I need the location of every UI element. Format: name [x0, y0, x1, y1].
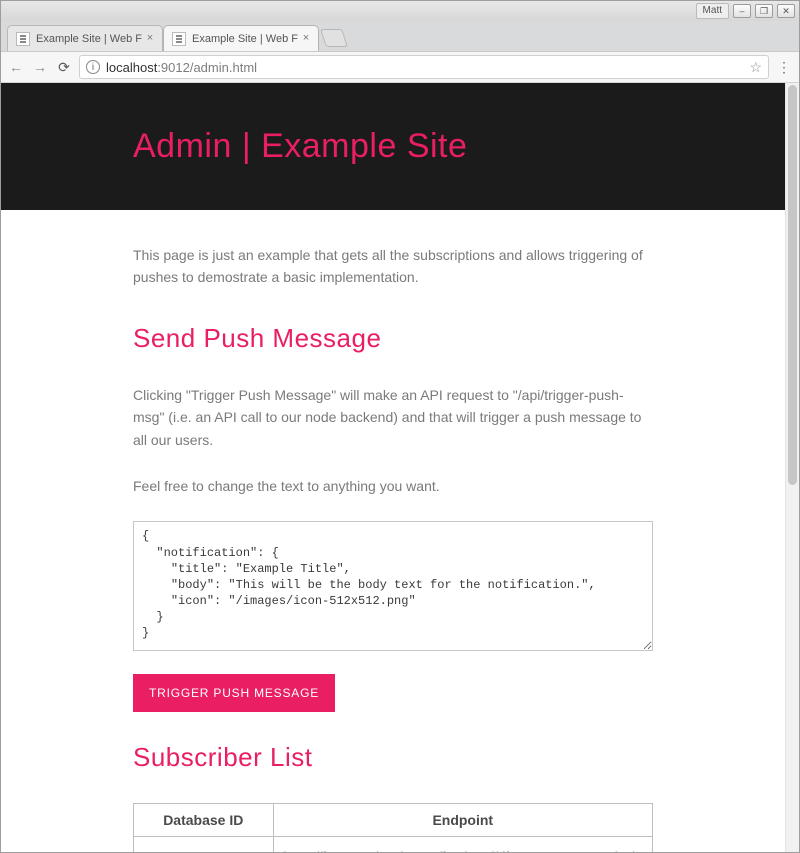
page-icon	[172, 32, 186, 46]
table-header-endpoint: Endpoint	[273, 804, 652, 837]
browser-window: Matt – ❐ ✕ Example Site | Web F × Exampl…	[0, 0, 800, 853]
section-heading-subscribers: Subscriber List	[133, 742, 653, 773]
profile-badge[interactable]: Matt	[696, 3, 729, 19]
page-hero: Admin | Example Site	[1, 83, 785, 210]
section-heading-send: Send Push Message	[133, 323, 653, 354]
site-info-icon[interactable]: i	[86, 60, 100, 74]
browser-tab-active[interactable]: Example Site | Web F ×	[163, 25, 319, 51]
browser-toolbar: ← → ⟳ i localhost :9012/admin.html ☆ ⋮	[1, 51, 799, 83]
browser-tab[interactable]: Example Site | Web F ×	[7, 25, 163, 51]
back-button[interactable]: ←	[7, 58, 25, 76]
vertical-scrollbar[interactable]	[785, 83, 799, 852]
address-bar[interactable]: i localhost :9012/admin.html ☆	[79, 55, 769, 79]
scroll-thumb[interactable]	[788, 85, 797, 485]
cell-endpoint: https://fcm.googleapis.com/fcm/send/dfLt…	[273, 837, 652, 852]
reload-button[interactable]: ⟳	[55, 58, 73, 76]
tab-close-icon[interactable]: ×	[144, 32, 156, 44]
os-titlebar: Matt – ❐ ✕	[1, 1, 799, 21]
tab-title: Example Site | Web F	[192, 33, 298, 45]
page-viewport: Admin | Example Site This page is just a…	[1, 83, 799, 852]
subscriber-table: Database ID Endpoint Iege3Q7Dxz3aVShL ht…	[133, 803, 653, 852]
cell-db-id: Iege3Q7Dxz3aVShL	[134, 837, 274, 852]
table-header-db: Database ID	[134, 804, 274, 837]
window-minimize-button[interactable]: –	[733, 4, 751, 18]
forward-button[interactable]: →	[31, 58, 49, 76]
window-close-button[interactable]: ✕	[777, 4, 795, 18]
bookmark-star-icon[interactable]: ☆	[749, 59, 762, 76]
page-lead: This page is just an example that gets a…	[133, 244, 653, 289]
page-title: Admin | Example Site	[133, 127, 653, 166]
payload-textarea[interactable]	[133, 521, 653, 651]
url-host: localhost	[106, 60, 157, 75]
page-icon	[16, 32, 30, 46]
tab-title: Example Site | Web F	[36, 33, 142, 45]
table-row: Iege3Q7Dxz3aVShL https://fcm.googleapis.…	[134, 837, 653, 852]
page-content: Admin | Example Site This page is just a…	[1, 83, 785, 852]
trigger-push-button[interactable]: TRIGGER PUSH MESSAGE	[133, 674, 335, 712]
browser-menu-icon[interactable]: ⋮	[775, 58, 793, 76]
paragraph: Feel free to change the text to anything…	[133, 475, 653, 497]
new-tab-button[interactable]	[320, 29, 348, 47]
window-maximize-button[interactable]: ❐	[755, 4, 773, 18]
paragraph: Clicking "Trigger Push Message" will mak…	[133, 384, 653, 451]
tab-strip: Example Site | Web F × Example Site | We…	[1, 21, 799, 51]
tab-close-icon[interactable]: ×	[300, 32, 312, 44]
url-path: :9012/admin.html	[157, 60, 257, 75]
